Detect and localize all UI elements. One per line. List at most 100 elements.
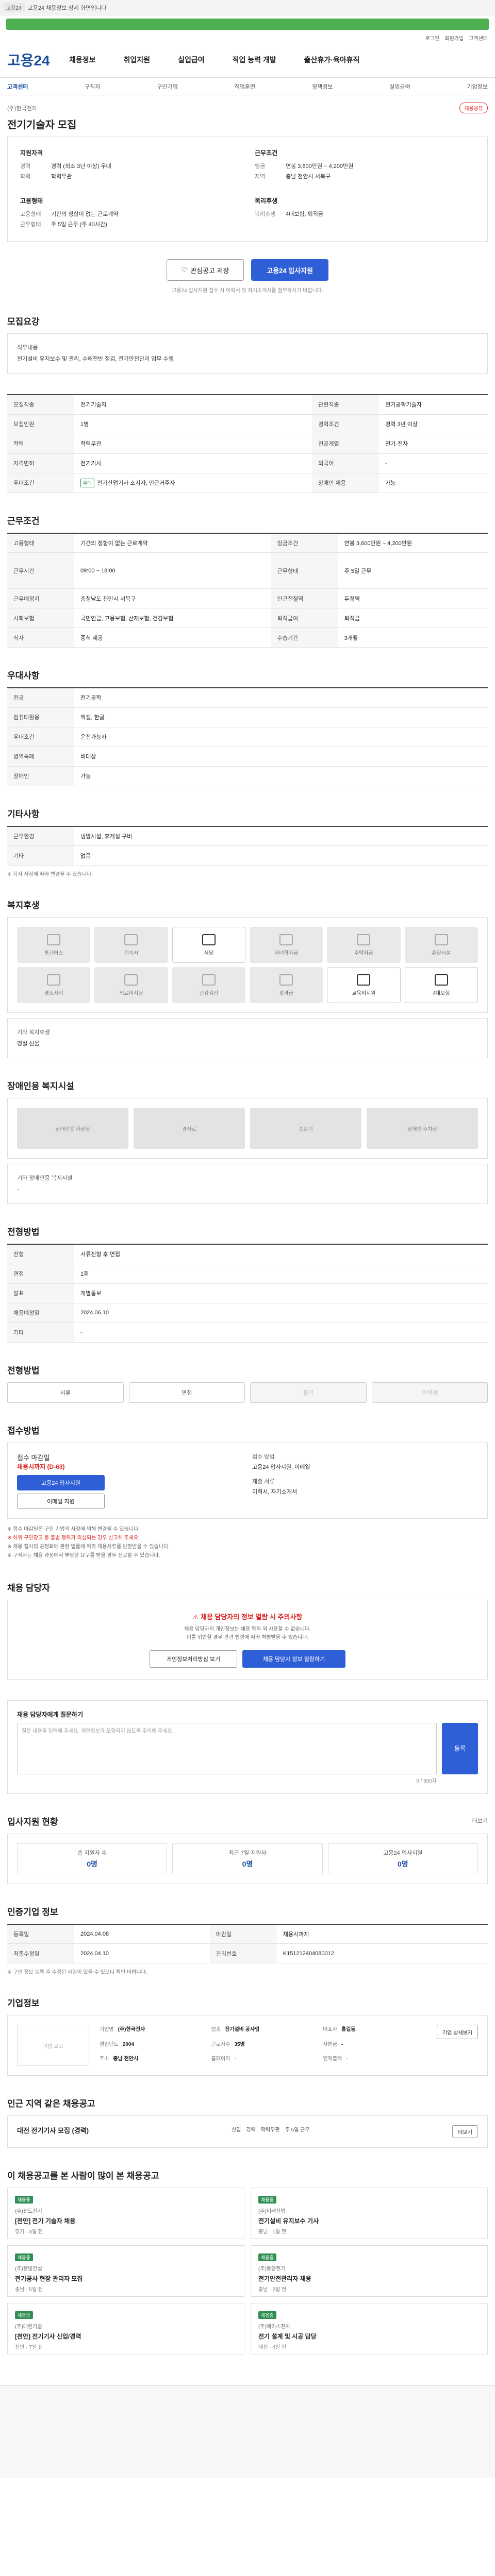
field-value: -	[341, 2041, 343, 2047]
card-title: [천안] 전기기사 신입/경력	[15, 2333, 81, 2340]
cell-value: 경력 3년 이상	[379, 414, 488, 434]
kv-value: 경력 (최소 3년 이상) 우대	[51, 163, 111, 170]
welfare-label: 휴양시설	[432, 950, 451, 956]
logo[interactable]: 고용24	[7, 49, 64, 70]
field-value: -	[234, 2056, 236, 2062]
scrap-button[interactable]: ♡ 관심공고 저장	[167, 259, 244, 281]
notice-bar[interactable]	[6, 19, 489, 30]
table-row: 기타 -	[7, 1323, 488, 1343]
table-row: 식사 중식 제공 수습기간 3개월	[7, 628, 488, 648]
welfare-grid: 통근버스 기숙사 식당 자녀학자금 주택자금 휴양시설 경조사비 의료비지원 건…	[7, 917, 488, 1013]
welfare-item: 주택자금	[327, 927, 401, 963]
sub-nav: 고객센터 구직자 구인기업 직업훈련 정책정보 실업급여 기업정보	[0, 78, 495, 95]
privacy-button[interactable]: 개인정보처리방침 보기	[150, 1650, 237, 1668]
cell-key: 모집인원	[7, 414, 74, 434]
job-card[interactable]: 채용중 (주)미래산업 전기설비 유지보수 기사 충남 · 1일 전	[251, 2188, 488, 2239]
subnav-0[interactable]: 고객센터	[7, 82, 28, 91]
section-related: 인근 지역 같은 채용공고 대전 전기기사 모집 (경력) 신입 경력 학력무관…	[0, 2096, 495, 2148]
health-icon	[202, 974, 216, 986]
apply-docs-value: 이력서, 자기소개서	[252, 1488, 298, 1495]
nav-training[interactable]: 직업 능력 개발	[233, 55, 276, 65]
contact-buttons: 개인정보처리방침 보기 채용 담당자 정보 열람하기	[19, 1650, 476, 1668]
share-button[interactable]: 채용공유	[459, 103, 488, 113]
kv-value: 기간의 정함이 없는 근로계약	[51, 211, 119, 217]
company-field: 설립년도 2004	[100, 2040, 203, 2052]
subnav-3[interactable]: 직업훈련	[235, 82, 255, 91]
top-text: 고용24 채용정보 상세 화면입니다	[27, 5, 107, 11]
qna-submit-button[interactable]: 등록	[442, 1722, 478, 1774]
cell-key: 면접	[7, 1264, 74, 1284]
stat-value: 0명	[397, 1859, 408, 1868]
cell-key: 병역특례	[7, 747, 74, 767]
job-card[interactable]: 채용중 (주)대한기술 [천안] 전기기사 신입/경력 천안 · 7일 전	[7, 2303, 244, 2354]
table-row: 컴퓨터활용 엑셀, 한글	[7, 707, 488, 727]
card-company: (주)에이스전자	[258, 2324, 290, 2330]
nav-leave[interactable]: 출산휴가·육아휴직	[304, 55, 360, 65]
card-meta: 대전 · 4일 전	[258, 2345, 287, 2350]
subnav-2[interactable]: 구인기업	[157, 82, 177, 91]
subnav-5[interactable]: 실업급여	[389, 82, 410, 91]
card-meta: 충남 · 5일 전	[15, 2287, 43, 2293]
card-meta: 천안 · 7일 전	[15, 2345, 43, 2350]
field-key: 근로자수	[211, 2041, 230, 2047]
company-field: 주소 충남 천안시	[100, 2054, 203, 2066]
util-help[interactable]: 고객센터	[469, 34, 488, 42]
subnav-4[interactable]: 정책정보	[312, 82, 333, 91]
company-detail-button[interactable]: 기업 상세보기	[437, 2025, 478, 2039]
related-more-button[interactable]: 더보기	[452, 2125, 478, 2138]
company-name[interactable]: (주)한국전자	[7, 104, 37, 112]
welfare-label: 4대보험	[433, 990, 450, 996]
heart-icon: ♡	[181, 266, 188, 274]
section-title: 인증기업 정보	[7, 1907, 58, 1917]
card-meta: 충남 · 1일 전	[258, 2229, 287, 2235]
related-title[interactable]: 대전 전기기사 모집 (경력)	[17, 2125, 89, 2138]
job-card[interactable]: 채용중 (주)한빛건설 전기공사 현장 관리자 모집 충남 · 5일 전	[7, 2245, 244, 2297]
house-icon	[357, 934, 371, 945]
cell-value: 전기공학기술자	[379, 395, 488, 415]
cell-text: 전기산업기사 소지자, 인근거주자	[97, 480, 175, 486]
welfare-item: 식당	[172, 927, 245, 963]
top-badge: 고용24	[3, 3, 25, 12]
util-login[interactable]: 로그인	[425, 34, 440, 42]
summary-box: 지원자격 경력 경력 (최소 3년 이상) 우대 학력 학력무관 근무조건 임금 연봉…	[7, 137, 488, 242]
table-row: 기타 없음	[7, 845, 488, 866]
stats-more-link[interactable]: 더보기	[472, 1817, 488, 1825]
table-row: 발표 개별통보	[7, 1283, 488, 1303]
subnav-1[interactable]: 구직자	[85, 82, 100, 91]
job-card[interactable]: 채용중 (주)동양전기 전기안전관리자 채용 충남 · 2일 전	[251, 2245, 488, 2297]
util-join[interactable]: 회원가입	[444, 34, 464, 42]
tent-icon	[434, 934, 448, 945]
field-value: 홍길동	[341, 2027, 356, 2032]
apply-online-button[interactable]: 고용24 입사지원	[17, 1475, 105, 1490]
cell-key: 근무시간	[7, 552, 74, 589]
qna-box: 채용 담당자에게 질문하기 질문 내용을 입력해 주세요. 개인정보가 포함되지…	[7, 1700, 488, 1794]
welfare-item: 휴양시설	[404, 927, 478, 963]
footer	[0, 2385, 495, 2478]
card-meta: 경기 · 3일 전	[15, 2229, 43, 2235]
bullet-line: ※ 접수 마감일은 구인 기업의 사정에 의해 변경될 수 있습니다.	[7, 1526, 140, 1532]
apply-button[interactable]: 고용24 입사지원	[251, 259, 328, 281]
welfare-item: 성과급	[249, 967, 323, 1003]
field-value: -	[346, 2056, 348, 2062]
job-card[interactable]: 채용중 (주)선도전기 [천안] 전기 기술자 채용 경기 · 3일 전	[7, 2188, 244, 2239]
step-list: 서류 면접 필기 인적성	[7, 1382, 488, 1403]
opt-item: 주 5일 근무	[285, 2127, 310, 2133]
summary-req: 지원자격 경력 경력 (최소 3년 이상) 우대 학력 학력무관	[20, 148, 240, 182]
stat-value: 0명	[242, 1859, 253, 1868]
opt-item: 신입	[231, 2127, 241, 2133]
nav-benefit[interactable]: 실업급여	[178, 55, 205, 65]
cell-value: 퇴직금	[338, 608, 488, 628]
cell-key: 고용형태	[7, 533, 74, 553]
apply-email-button[interactable]: 이메일 지원	[17, 1493, 105, 1509]
main-nav: 채용정보 취업지원 실업급여 직업 능력 개발 출산휴가·육아휴직	[69, 55, 359, 65]
kv-value: 충남 천안시 서북구	[286, 174, 331, 180]
summary-cond-title: 근무조건	[255, 149, 278, 157]
nav-support[interactable]: 취업지원	[124, 55, 151, 65]
card-badge: 채용중	[15, 2253, 33, 2261]
view-contact-button[interactable]: 채용 담당자 정보 열람하기	[242, 1650, 345, 1668]
subnav-6[interactable]: 기업정보	[467, 82, 487, 91]
cell-value: 주 5일 근무	[338, 552, 488, 589]
nav-jobs[interactable]: 채용정보	[69, 55, 96, 65]
job-card[interactable]: 채용중 (주)에이스전자 전기 설계 및 시공 담당 대전 · 4일 전	[251, 2303, 488, 2354]
qna-textarea[interactable]: 질문 내용을 입력해 주세요. 개인정보가 포함되지 않도록 주의해 주세요.	[17, 1722, 437, 1774]
